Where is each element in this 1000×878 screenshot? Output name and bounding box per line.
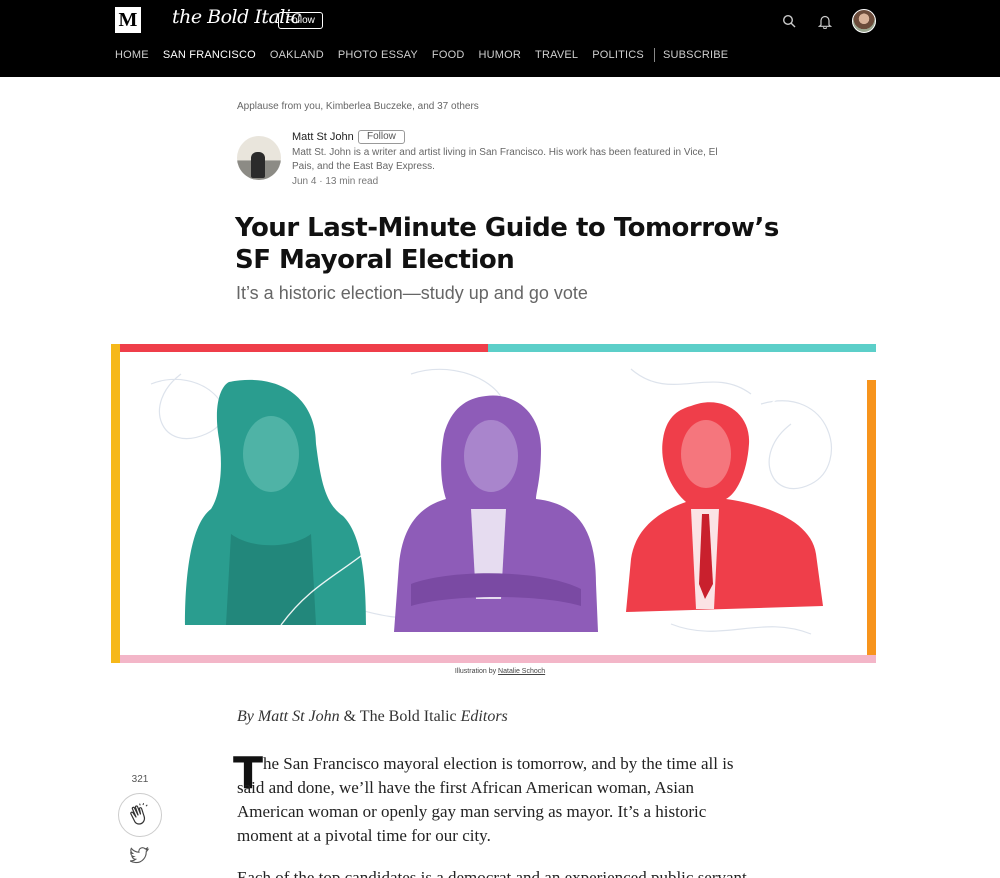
top-bar: M the Bold Italic Follow HOME SAN FRANCI…	[0, 0, 1000, 77]
nav-politics[interactable]: POLITICS	[592, 49, 644, 61]
byline: By Matt St John & The Bold Italic Editor…	[237, 708, 508, 726]
byline-publication: & The Bold Italic	[339, 708, 461, 725]
byline-author: By Matt St John	[237, 708, 340, 725]
nav-subscribe[interactable]: SUBSCRIBE	[663, 49, 728, 61]
article-title: Your Last-Minute Guide to Tomorrow’s SF …	[235, 213, 779, 275]
image-caption: Illustration by Natalie Schoch	[0, 668, 1000, 675]
author-avatar[interactable]	[237, 136, 281, 180]
caption-credit-link[interactable]: Natalie Schoch	[498, 668, 545, 675]
byline-editors: Editors	[460, 708, 508, 725]
nav-travel[interactable]: TRAVEL	[535, 49, 578, 61]
search-icon[interactable]	[780, 12, 798, 30]
clap-button[interactable]	[118, 793, 162, 837]
user-avatar[interactable]	[852, 9, 876, 33]
section-nav: HOME SAN FRANCISCO OAKLAND PHOTO ESSAY F…	[115, 48, 742, 62]
candidate-red-portrait	[626, 402, 823, 612]
candidate-teal-portrait	[185, 379, 366, 625]
applause-note: Applause from you, Kimberlea Buczeke, an…	[237, 101, 479, 112]
nav-san-francisco[interactable]: SAN FRANCISCO	[163, 49, 256, 61]
nav-photo-essay[interactable]: PHOTO ESSAY	[338, 49, 418, 61]
paragraph-1: he San Francisco mayoral election is tom…	[237, 754, 734, 845]
author-bio: Matt St. John is a writer and artist liv…	[292, 147, 718, 172]
nav-oakland[interactable]: OAKLAND	[270, 49, 324, 61]
twitter-icon[interactable]	[130, 846, 150, 864]
nav-food[interactable]: FOOD	[432, 49, 465, 61]
paragraph-2: Each of the top candidates is a democrat…	[237, 868, 752, 878]
author-name[interactable]: Matt St John	[292, 131, 354, 143]
nav-divider	[653, 48, 655, 62]
clap-icon	[130, 803, 148, 825]
follow-publication-button[interactable]: Follow	[278, 12, 323, 29]
article-meta: Jun 4 · 13 min read	[292, 176, 379, 187]
candidate-purple-portrait	[394, 395, 598, 632]
clap-count[interactable]: 321	[127, 774, 153, 785]
bell-icon[interactable]	[816, 12, 834, 30]
candidate-portraits	[150, 368, 857, 635]
hero-illustration	[111, 344, 876, 663]
caption-prefix: Illustration by	[454, 668, 499, 675]
nav-home[interactable]: HOME	[115, 49, 149, 61]
article-subtitle: It’s a historic election—study up and go…	[236, 283, 588, 303]
nav-humor[interactable]: HUMOR	[478, 49, 521, 61]
follow-author-button[interactable]: Follow	[358, 130, 405, 144]
top-icons	[780, 9, 876, 33]
medium-logo[interactable]: M	[115, 7, 141, 33]
